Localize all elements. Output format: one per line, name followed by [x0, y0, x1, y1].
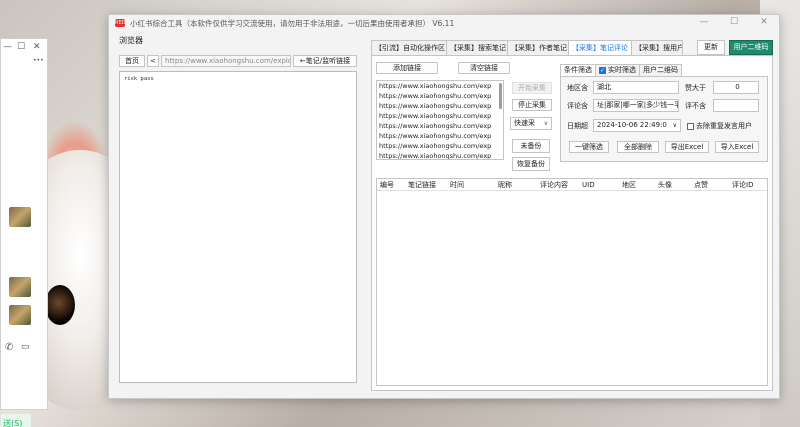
chevron-down-icon: ∨	[543, 120, 548, 127]
tab-label: 条件筛选	[564, 66, 592, 74]
one-click-filter-button[interactable]: 一键筛选	[569, 141, 609, 153]
wallpaper-cat-eye	[45, 285, 75, 325]
list-scrollbar[interactable]	[499, 83, 502, 109]
home-button[interactable]: 首页	[119, 55, 145, 67]
tab-label: 用户二维码	[643, 66, 678, 74]
checkbox-icon[interactable]	[687, 122, 694, 130]
column-header[interactable]: 地区	[619, 179, 655, 190]
comment-label: 评论含	[567, 102, 588, 110]
monitor-link-button[interactable]: ←笔记/监听链接	[293, 55, 357, 67]
tab-condition-filter[interactable]: 条件筛选	[560, 64, 596, 76]
app-logo-icon: RED	[115, 19, 126, 27]
chevron-down-icon: ∨	[672, 122, 677, 129]
minimize-icon[interactable]: —	[689, 15, 719, 31]
browser-label: 浏览器	[119, 36, 143, 45]
column-header[interactable]: 点赞	[691, 179, 729, 190]
add-link-button[interactable]: 添加链接	[376, 62, 438, 74]
list-item[interactable]: https://www.xiaohongshu.com/exp	[377, 111, 503, 121]
exclude-input[interactable]	[713, 99, 759, 112]
tab-author-notes[interactable]: 【采集】作者笔记	[507, 40, 569, 55]
list-item[interactable]: https://www.xiaohongshu.com/exp	[377, 101, 503, 111]
tab-user-qrcode[interactable]: 用户二维码	[639, 64, 682, 76]
column-header[interactable]: 昵称	[495, 179, 537, 190]
tab-note-comments[interactable]: 【采集】笔记评论	[568, 40, 632, 56]
date-label: 日期超	[567, 122, 588, 130]
filter-group: 地区含 湖北 赞大于 0 评论含 址|那家|哪一家|多少钱一平 评不含 日期超 …	[560, 76, 768, 162]
tab-realtime-filter[interactable]: ✓ 实时筛选	[595, 64, 640, 76]
page-text: risk pass	[124, 76, 154, 82]
checkbox-checked-icon[interactable]: ✓	[599, 67, 606, 74]
title-bar[interactable]: RED 小红书综合工具（本软件仅供学习交流使用，请勿用于非法用途，一切后果由使用…	[109, 15, 779, 31]
chat-thumbnail[interactable]	[9, 207, 31, 227]
restore-backup-button[interactable]: 恢复备份	[512, 157, 550, 171]
column-header[interactable]: 编号	[377, 179, 405, 190]
column-header[interactable]: 时间	[447, 179, 495, 190]
column-header[interactable]: 评论ID	[729, 179, 767, 190]
start-collect-button[interactable]: 开始采集	[512, 82, 552, 94]
close-icon[interactable]: ✕	[749, 15, 779, 31]
close-icon[interactable]: ✕	[33, 42, 41, 52]
chat-thumbnail[interactable]	[9, 305, 31, 325]
list-item[interactable]: https://www.xiaohongshu.com/exp	[377, 81, 503, 91]
background-chat-window[interactable]: — ☐ ✕ ••• ✆ ▭ 送(S)	[0, 38, 48, 427]
speed-select[interactable]: 快速采 ∨	[510, 117, 552, 130]
filter-tabs: 条件筛选 ✓ 实时筛选 用户二维码	[560, 64, 682, 76]
column-header[interactable]: 笔记链接	[405, 179, 447, 190]
comment-input[interactable]: 址|那家|哪一家|多少钱一平	[593, 99, 679, 112]
table-header: 编号 笔记链接 时间 昵称 评论内容 UID 地区 头像 点赞 评论ID	[377, 179, 767, 191]
main-tabs: 【引流】自动化操作区 【采集】搜索笔记 【采集】作者笔记 【采集】笔记评论 【采…	[371, 40, 683, 56]
dedup-label: 去除重复发言用户	[696, 122, 752, 130]
list-item[interactable]: https://www.xiaohongshu.com/exp	[377, 121, 503, 131]
dedup-checkbox[interactable]: 去除重复发言用户	[687, 121, 752, 131]
list-item[interactable]: https://www.xiaohongshu.com/exp	[377, 91, 503, 101]
stop-collect-button[interactable]: 停止采集	[512, 99, 552, 111]
import-excel-button[interactable]: 导入Excel	[715, 141, 759, 153]
refresh-button[interactable]: 更新	[697, 40, 725, 55]
tab-search-notes[interactable]: 【采集】搜索笔记	[446, 40, 508, 55]
date-picker[interactable]: 2024-10-06 22:49:0 ∨	[593, 119, 681, 132]
comments-panel: 添加链接 清空链接 https://www.xiaohongshu.com/ex…	[371, 55, 773, 391]
window-title: 小红书综合工具（本软件仅供学习交流使用，请勿用于非法用途，一切后果由使用者承担）…	[130, 18, 455, 28]
likes-label: 赞大于	[685, 84, 706, 92]
send-button[interactable]: 送(S)	[1, 414, 31, 427]
back-button[interactable]: <	[147, 55, 159, 67]
delete-all-button[interactable]: 全部删除	[617, 141, 659, 153]
video-icon[interactable]: ▭	[21, 342, 30, 352]
column-header[interactable]: UID	[579, 179, 619, 190]
minimize-icon[interactable]: —	[3, 42, 12, 52]
browser-view[interactable]: risk pass	[119, 71, 357, 383]
region-input[interactable]: 湖北	[593, 81, 679, 94]
tab-label: 实时筛选	[608, 66, 636, 74]
list-item[interactable]: https://www.xiaohongshu.com/exp	[377, 151, 503, 159]
chat-thumbnail[interactable]	[9, 277, 31, 297]
region-label: 地区含	[567, 84, 588, 92]
tab-search-users[interactable]: 【采集】搜用户	[631, 40, 683, 55]
list-item[interactable]: https://www.xiaohongshu.com/exp	[377, 141, 503, 151]
app-window: RED 小红书综合工具（本软件仅供学习交流使用，请勿用于非法用途，一切后果由使用…	[108, 14, 780, 399]
more-icon[interactable]: •••	[33, 57, 44, 64]
list-item[interactable]: https://www.xiaohongshu.com/exp	[377, 131, 503, 141]
speed-value: 快速采	[514, 119, 535, 127]
column-header[interactable]: 评论内容	[537, 179, 579, 190]
user-qrcode-button[interactable]: 用户二维码	[729, 40, 773, 55]
phone-icon[interactable]: ✆	[5, 342, 13, 353]
likes-input[interactable]: 0	[713, 81, 759, 94]
date-value: 2024-10-06 22:49:0	[597, 121, 667, 129]
unbackup-button[interactable]: 未备份	[512, 139, 550, 153]
export-excel-button[interactable]: 导出Excel	[665, 141, 709, 153]
url-input[interactable]: https://www.xiaohongshu.com/explore	[161, 55, 291, 67]
column-header[interactable]: 头像	[655, 179, 691, 190]
comments-table[interactable]: 编号 笔记链接 时间 昵称 评论内容 UID 地区 头像 点赞 评论ID	[376, 178, 768, 386]
clear-link-button[interactable]: 清空链接	[458, 62, 510, 74]
link-list[interactable]: https://www.xiaohongshu.com/exp https://…	[376, 80, 504, 160]
tab-automation[interactable]: 【引流】自动化操作区	[371, 40, 447, 55]
maximize-icon[interactable]: ☐	[17, 42, 25, 52]
exclude-label: 评不含	[685, 102, 706, 110]
maximize-icon[interactable]: ☐	[719, 15, 749, 31]
